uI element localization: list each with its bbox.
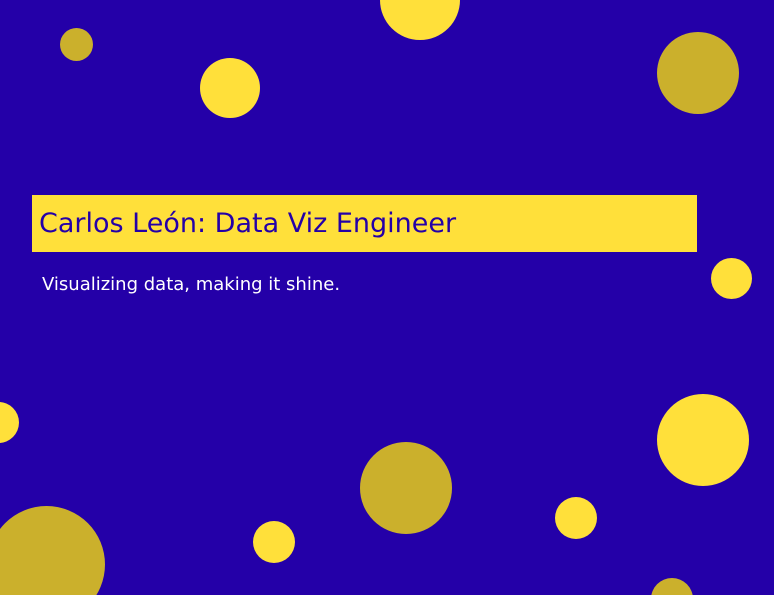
decorative-circle — [0, 506, 105, 595]
decorative-circle — [253, 521, 295, 563]
decorative-circle — [657, 32, 739, 114]
decorative-circle — [380, 0, 460, 40]
decorative-circle — [711, 258, 752, 299]
decorative-circle — [651, 578, 693, 595]
title-banner: Carlos León: Data Viz Engineer — [32, 195, 697, 252]
slide-background: Carlos León: Data Viz Engineer Visualizi… — [0, 0, 774, 595]
decorative-circle — [60, 28, 93, 61]
decorative-circle — [657, 394, 749, 486]
page-title: Carlos León: Data Viz Engineer — [39, 208, 457, 239]
decorative-circle — [200, 58, 260, 118]
decorative-circle — [360, 442, 452, 534]
decorative-circle — [555, 497, 597, 539]
page-subtitle: Visualizing data, making it shine. — [42, 274, 341, 295]
decorative-circle — [0, 402, 19, 443]
